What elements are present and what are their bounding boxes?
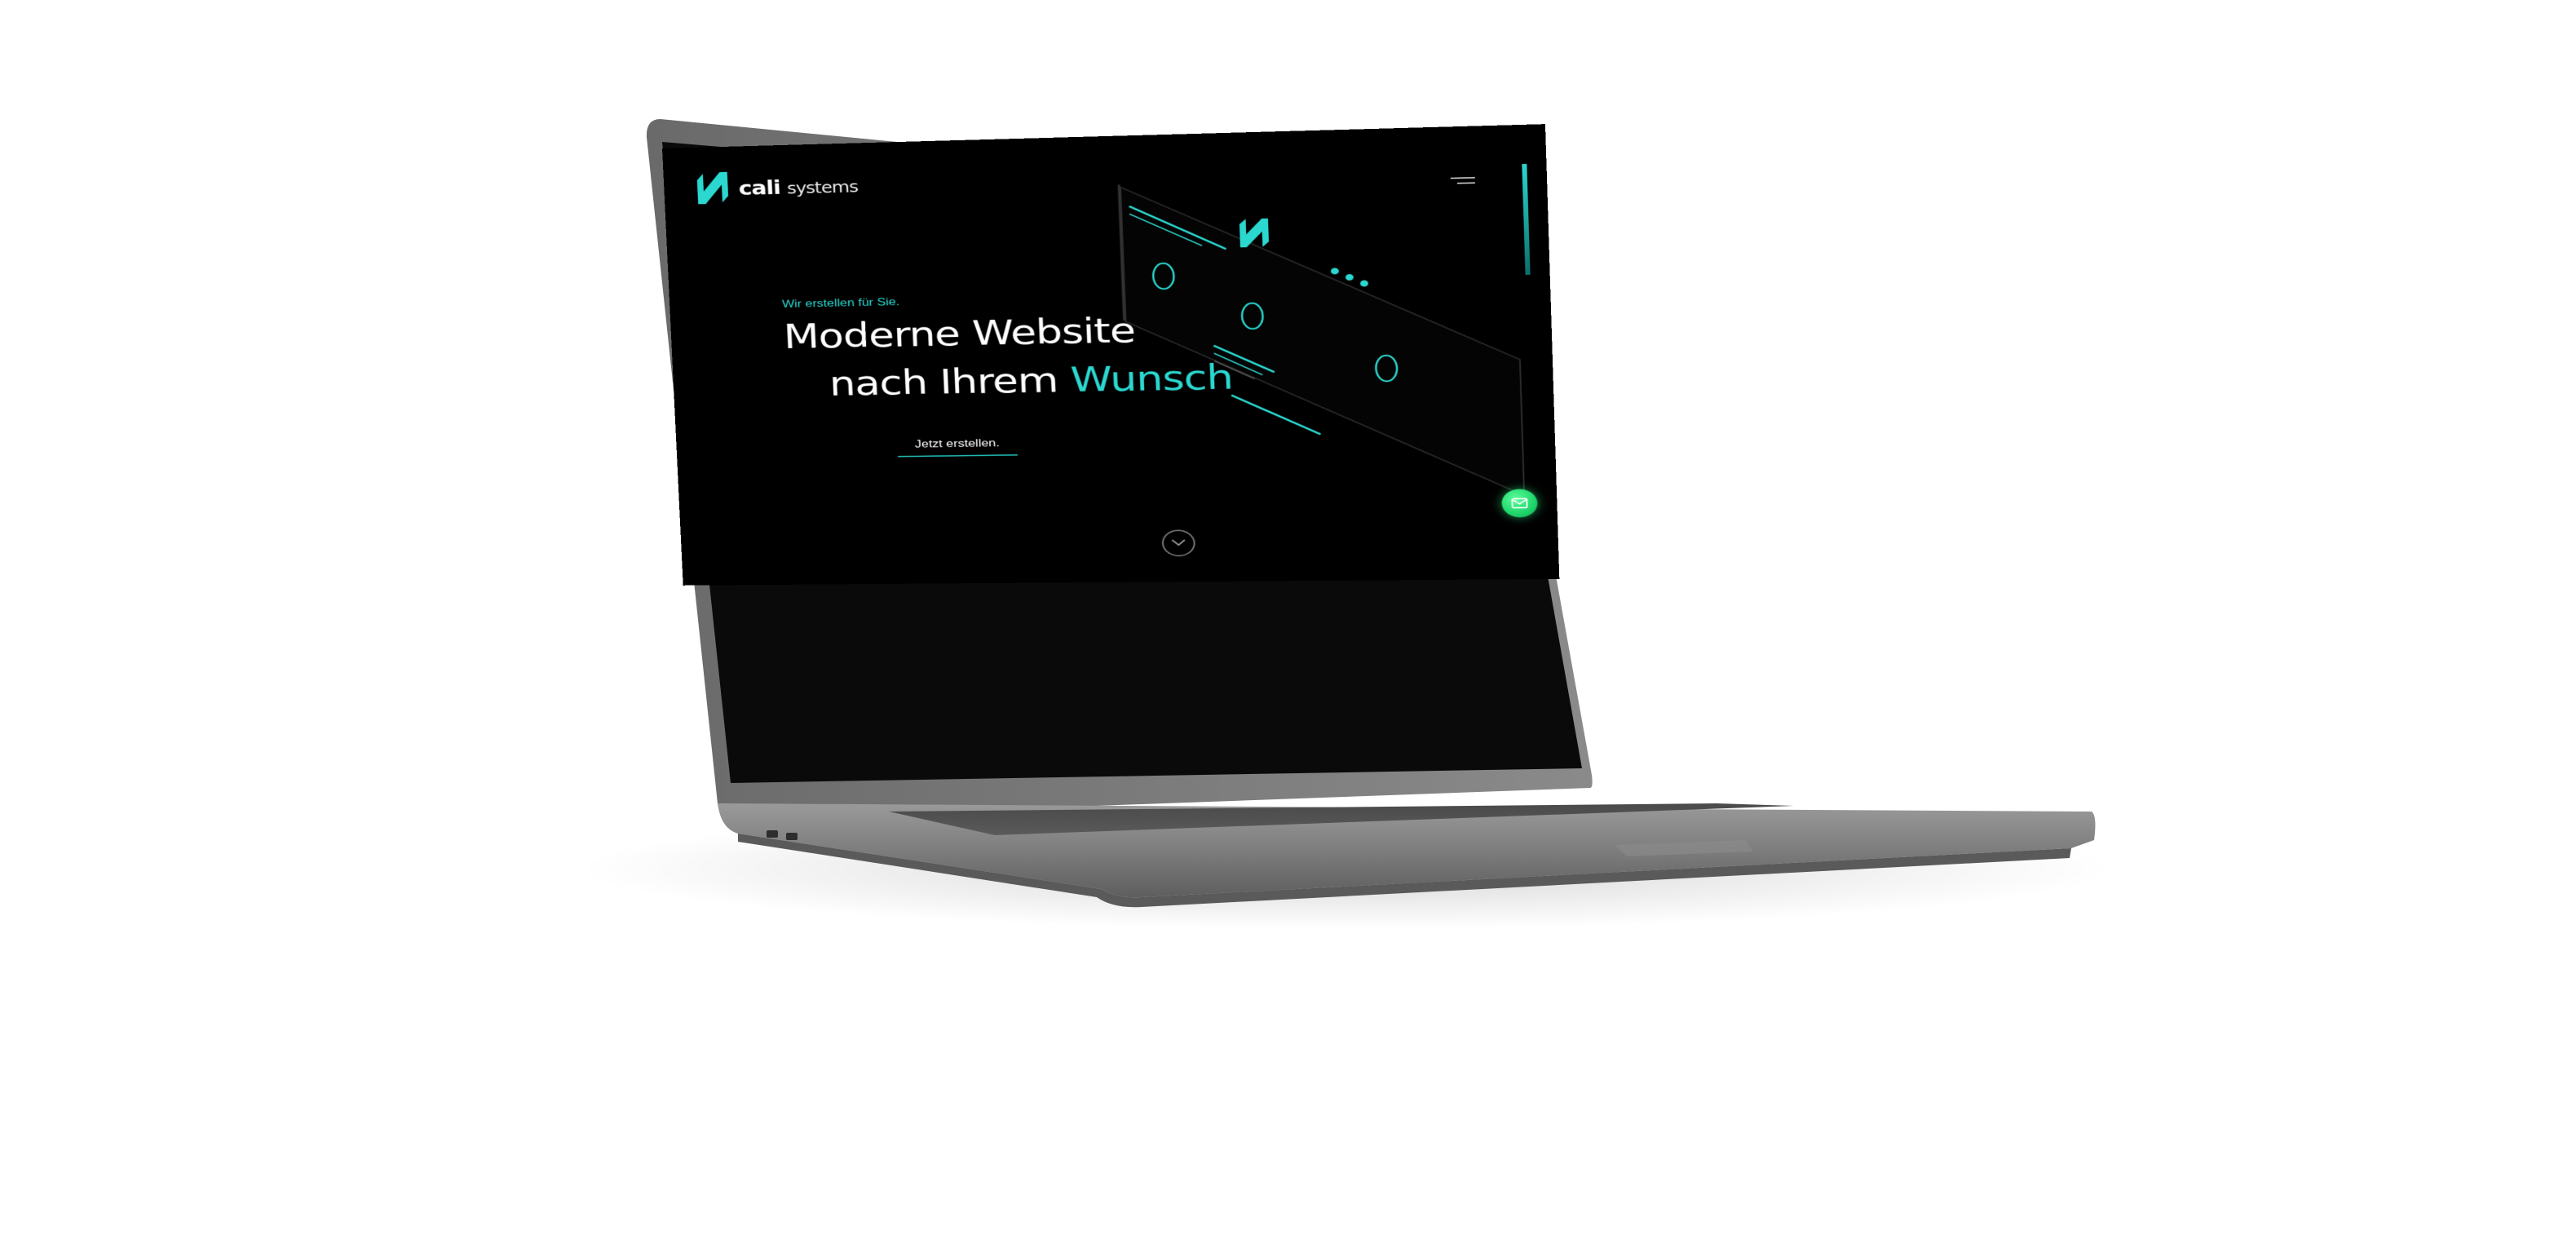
hero-eyebrow: Wir erstellen für Sie. (782, 295, 900, 310)
zigzag-n-logo-icon (694, 170, 732, 207)
brand-name-systems: systems (787, 178, 859, 197)
brand-wordmark: cali systems (738, 175, 858, 200)
website-screen: cali systems Wir erstellen für Sie. Mode… (662, 124, 1559, 586)
wire-dot (1345, 274, 1354, 281)
illustration-logo-icon (1239, 219, 1270, 248)
create-now-button[interactable]: Jetzt erstellen. (897, 436, 1018, 457)
chevron-down-icon (1170, 538, 1186, 547)
wire-dot (1360, 280, 1368, 286)
hero-headline-plain: nach Ihrem (828, 360, 1071, 404)
isometric-website-illustration (1111, 144, 1542, 538)
hero-headline-line1: Moderne Website (783, 310, 1136, 356)
mail-icon (1511, 498, 1527, 509)
scroll-down-button[interactable] (1161, 529, 1195, 556)
mockup-stage: cali systems Wir erstellen für Sie. Mode… (0, 0, 2576, 1243)
wireframe-panel (1120, 177, 1524, 499)
site-logo[interactable]: cali systems (694, 170, 696, 208)
wire-dot (1331, 268, 1339, 274)
contact-button[interactable] (1501, 489, 1538, 517)
brand-name-cali: cali (738, 177, 780, 200)
